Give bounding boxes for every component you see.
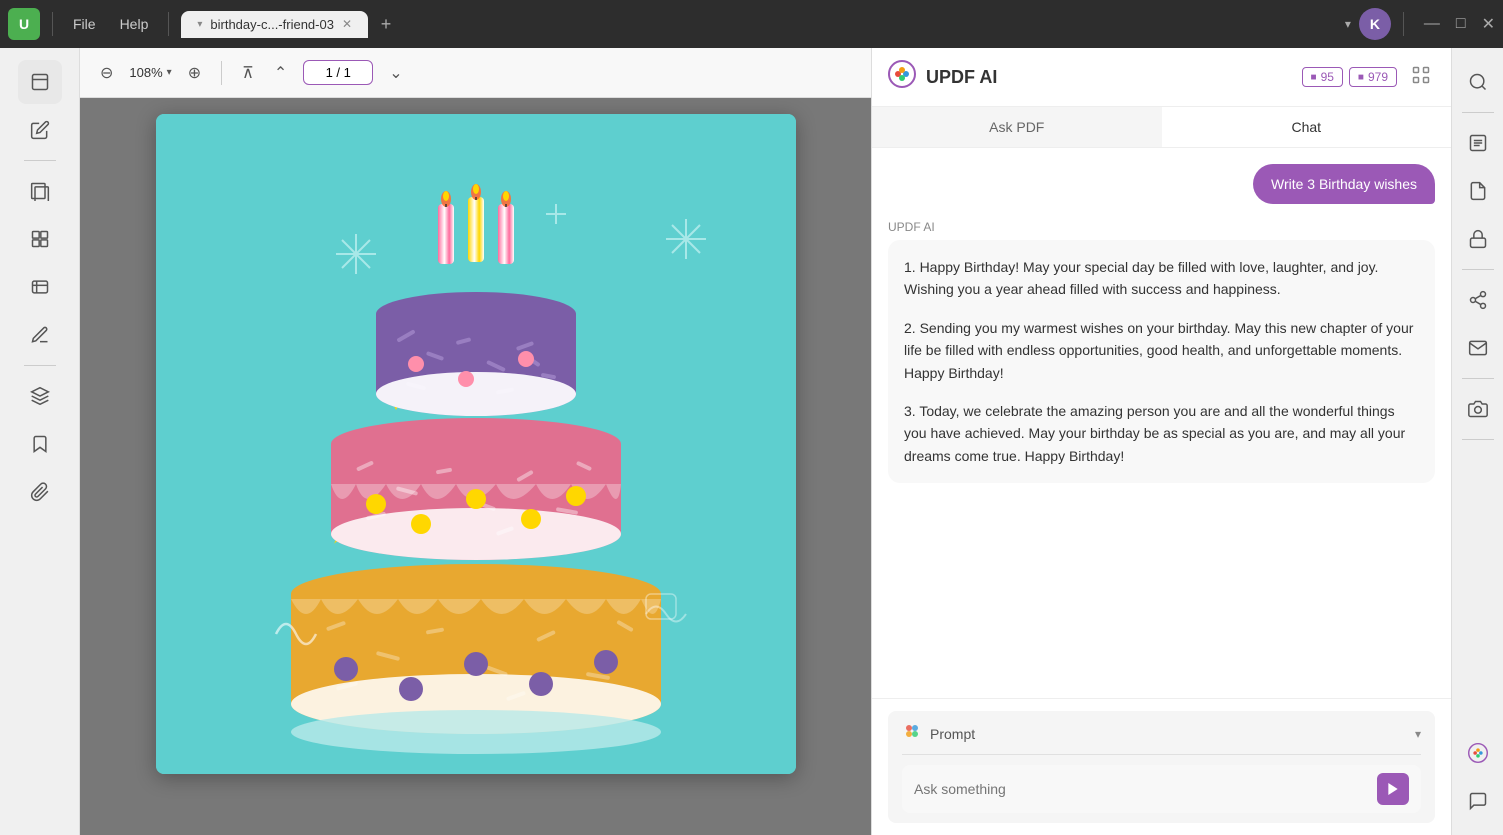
pdf-content bbox=[80, 98, 871, 835]
sidebar-organize-icon[interactable] bbox=[18, 217, 62, 261]
prompt-divider bbox=[902, 754, 1421, 755]
ask-input-field[interactable] bbox=[914, 781, 1369, 797]
right-camera-icon[interactable] bbox=[1456, 387, 1500, 431]
right-ai-icon[interactable] bbox=[1456, 731, 1500, 775]
ai-response-p3: 3. Today, we celebrate the amazing perso… bbox=[904, 400, 1419, 467]
pdf-toolbar: ⊖ 108% ▾ ⊕ ⊼ ⌃ ⌄ bbox=[80, 48, 871, 98]
zoom-in-button[interactable]: ⊕ bbox=[184, 59, 205, 87]
toolbar-divider bbox=[221, 61, 222, 85]
ai-response-p1: 1. Happy Birthday! May your special day … bbox=[904, 256, 1419, 301]
right-search-icon[interactable] bbox=[1456, 60, 1500, 104]
file-menu[interactable]: File bbox=[65, 12, 104, 36]
tab-bar: ▾ birthday-c...-friend-03 ✕ + bbox=[181, 10, 1337, 38]
sidebar-sign-icon[interactable] bbox=[18, 313, 62, 357]
tab-dropdown-icon: ▾ bbox=[197, 19, 202, 30]
right-chat-icon[interactable] bbox=[1456, 779, 1500, 823]
sidebar-reader-icon[interactable] bbox=[18, 60, 62, 104]
main-content: ⊖ 108% ▾ ⊕ ⊼ ⌃ ⌄ bbox=[0, 48, 1503, 835]
pdf-page bbox=[156, 114, 796, 774]
sidebar-annotate-icon[interactable] bbox=[18, 108, 62, 152]
pdf-area: ⊖ 108% ▾ ⊕ ⊼ ⌃ ⌄ bbox=[80, 48, 871, 835]
ai-credits: ■ 95 ■ 979 bbox=[1302, 67, 1397, 87]
tab-list-dropdown[interactable]: ▾ bbox=[1345, 17, 1351, 31]
zoom-dropdown-icon[interactable]: ▾ bbox=[167, 67, 172, 78]
sidebar-bookmark-icon[interactable] bbox=[18, 422, 62, 466]
ai-response-wrapper: UPDF AI 1. Happy Birthday! May your spec… bbox=[888, 220, 1435, 483]
title-bar: U File Help ▾ birthday-c...-friend-03 ✕ … bbox=[0, 0, 1503, 48]
right-divider-2 bbox=[1462, 269, 1494, 270]
right-ocr-icon[interactable] bbox=[1456, 121, 1500, 165]
app-logo: U bbox=[8, 8, 40, 40]
user-message-bubble: Write 3 Birthday wishes bbox=[1253, 164, 1435, 204]
sidebar-pages-icon[interactable] bbox=[18, 169, 62, 213]
right-divider-4 bbox=[1462, 439, 1494, 440]
ai-response-p2: 2. Sending you my warmest wishes on your… bbox=[904, 317, 1419, 384]
tab-title: birthday-c...-friend-03 bbox=[210, 17, 334, 32]
help-menu[interactable]: Help bbox=[112, 12, 157, 36]
separator-3 bbox=[1403, 12, 1404, 36]
ai-panel: UPDF AI ■ 95 ■ 979 Ask PDF Chat bbox=[871, 48, 1451, 835]
ai-message-content: 1. Happy Birthday! May your special day … bbox=[888, 240, 1435, 483]
credit2-icon: ■ bbox=[1358, 72, 1364, 83]
tab-close-button[interactable]: ✕ bbox=[342, 17, 352, 31]
right-sidebar bbox=[1451, 48, 1503, 835]
credit1-value: 95 bbox=[1321, 70, 1334, 84]
tab-ask-pdf[interactable]: Ask PDF bbox=[872, 107, 1162, 147]
ai-header: UPDF AI ■ 95 ■ 979 bbox=[872, 48, 1451, 107]
credit2-value: 979 bbox=[1368, 70, 1388, 84]
ai-message-label: UPDF AI bbox=[888, 220, 1435, 234]
credit-badge-1: ■ 95 bbox=[1302, 67, 1343, 87]
chat-area: Write 3 Birthday wishes UPDF AI 1. Happy… bbox=[872, 148, 1451, 698]
credit1-icon: ■ bbox=[1311, 72, 1317, 83]
sidebar-divider-1 bbox=[24, 160, 56, 161]
sidebar-divider-2 bbox=[24, 365, 56, 366]
title-separator bbox=[52, 12, 53, 36]
settings-icon[interactable] bbox=[1407, 61, 1435, 94]
window-controls: — □ ✕ bbox=[1424, 14, 1495, 34]
prev-page-button[interactable]: ⌃ bbox=[270, 59, 291, 87]
close-button[interactable]: ✕ bbox=[1482, 14, 1495, 34]
sidebar-layers-icon[interactable] bbox=[18, 374, 62, 418]
new-tab-button[interactable]: + bbox=[372, 10, 400, 38]
birthday-cake-svg bbox=[156, 114, 796, 774]
prompt-area: Prompt ▾ bbox=[872, 698, 1451, 835]
ai-tabs: Ask PDF Chat bbox=[872, 107, 1451, 148]
prompt-label: Prompt bbox=[930, 726, 1407, 742]
left-sidebar bbox=[0, 48, 80, 835]
credit-badge-2: ■ 979 bbox=[1349, 67, 1397, 87]
right-share-icon[interactable] bbox=[1456, 278, 1500, 322]
updf-logo-icon: U bbox=[8, 8, 40, 40]
first-page-button[interactable]: ⊼ bbox=[238, 59, 258, 87]
prompt-header[interactable]: Prompt ▾ bbox=[902, 721, 1421, 746]
ai-panel-title: UPDF AI bbox=[926, 67, 1292, 88]
send-button[interactable] bbox=[1377, 773, 1409, 805]
prompt-chevron-icon: ▾ bbox=[1415, 727, 1421, 741]
separator-2 bbox=[168, 12, 169, 36]
right-lock-icon[interactable] bbox=[1456, 217, 1500, 261]
updf-ai-logo-icon bbox=[888, 60, 916, 94]
zoom-out-button[interactable]: ⊖ bbox=[96, 59, 117, 87]
user-avatar[interactable]: K bbox=[1359, 8, 1391, 40]
active-tab[interactable]: ▾ birthday-c...-friend-03 ✕ bbox=[181, 11, 368, 38]
right-email-icon[interactable] bbox=[1456, 326, 1500, 370]
minimize-button[interactable]: — bbox=[1424, 15, 1440, 33]
sidebar-form-icon[interactable] bbox=[18, 265, 62, 309]
prompt-dots-icon bbox=[902, 721, 922, 746]
next-page-button[interactable]: ⌄ bbox=[385, 59, 406, 87]
right-convert-icon[interactable] bbox=[1456, 169, 1500, 213]
tab-chat[interactable]: Chat bbox=[1162, 107, 1452, 147]
right-divider-1 bbox=[1462, 112, 1494, 113]
zoom-level: 108% bbox=[129, 65, 162, 80]
maximize-button[interactable]: □ bbox=[1456, 15, 1466, 33]
zoom-control: 108% ▾ bbox=[129, 65, 171, 80]
page-input[interactable] bbox=[303, 60, 373, 85]
user-message-wrapper: Write 3 Birthday wishes bbox=[888, 164, 1435, 204]
ask-input-row bbox=[902, 765, 1421, 813]
sidebar-attachment-icon[interactable] bbox=[18, 470, 62, 514]
right-divider-3 bbox=[1462, 378, 1494, 379]
